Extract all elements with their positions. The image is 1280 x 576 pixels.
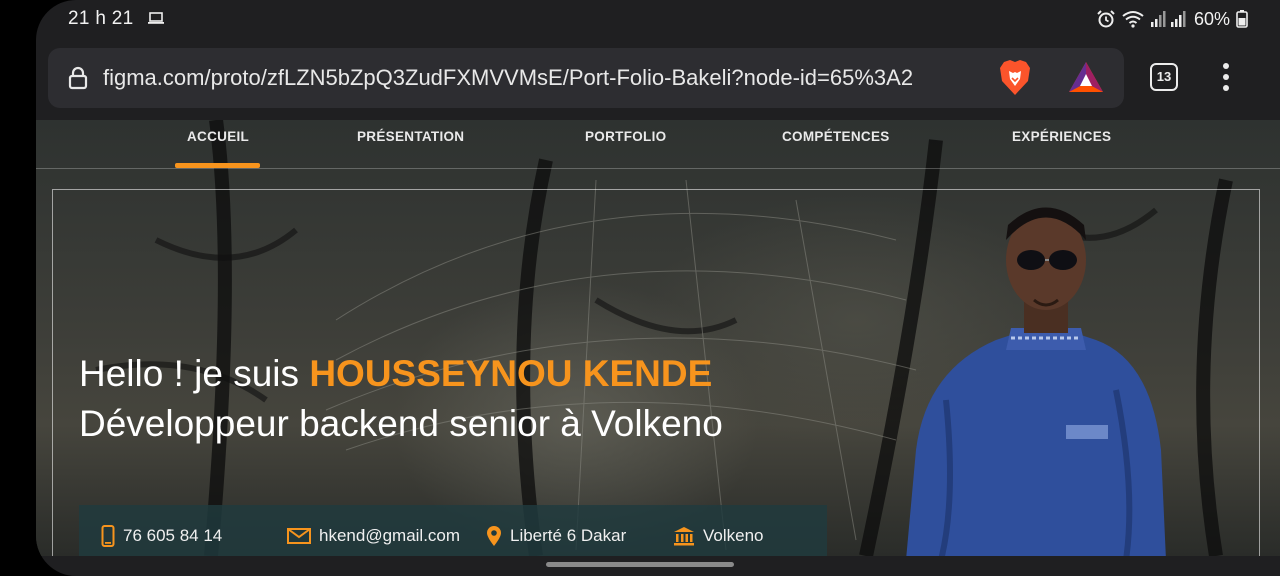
contact-email[interactable]: hkend@gmail.com xyxy=(287,525,460,547)
contact-location[interactable]: Liberté 6 Dakar xyxy=(486,525,626,547)
gesture-nav-bar[interactable] xyxy=(546,562,734,567)
contact-email-text: hkend@gmail.com xyxy=(319,526,461,545)
nav-experiences[interactable]: EXPÉRIENCES xyxy=(1012,129,1111,144)
laptop-icon xyxy=(148,12,164,24)
web-page: ACCUEIL PRÉSENTATION PORTFOLIO COMPÉTENC… xyxy=(36,120,1280,556)
nav-competences[interactable]: COMPÉTENCES xyxy=(782,129,890,144)
contact-company-text: Volkeno xyxy=(703,526,764,545)
nav-divider xyxy=(36,168,1280,169)
url-text[interactable]: figma.com/proto/zfLZN5bZpQ3ZudFXMVVMsE/P… xyxy=(103,65,983,93)
bank-icon xyxy=(674,527,694,546)
nav-accueil[interactable]: ACCUEIL xyxy=(187,129,249,144)
location-pin-icon xyxy=(487,526,501,546)
lock-icon[interactable] xyxy=(68,66,88,90)
hero-name: HOUSSEYNOU KENDE xyxy=(309,353,713,394)
bat-triangle-icon[interactable] xyxy=(1068,61,1104,93)
profile-portrait xyxy=(906,207,1166,556)
mail-icon xyxy=(287,528,311,544)
brave-lion-icon[interactable] xyxy=(998,59,1032,97)
more-vert-icon[interactable] xyxy=(1216,63,1236,93)
phone-icon xyxy=(101,525,115,547)
tabs-counter-icon[interactable]: 13 xyxy=(1150,63,1178,91)
hero-greeting: Hello ! je suis HOUSSEYNOU KENDE xyxy=(79,353,712,395)
wifi-icon xyxy=(1122,11,1144,28)
status-bar: 21 h 21 60% xyxy=(36,0,1280,38)
contact-phone-text: 76 605 84 14 xyxy=(123,526,223,545)
contact-company[interactable]: Volkeno xyxy=(673,525,764,547)
status-icons: 60% xyxy=(1096,8,1248,30)
battery-percent: 60% xyxy=(1193,8,1230,29)
hero-role: Développeur backend senior à Volkeno xyxy=(79,403,723,444)
nav-portfolio[interactable]: PORTFOLIO xyxy=(585,129,666,144)
contact-location-text: Liberté 6 Dakar xyxy=(510,526,627,545)
address-bar[interactable]: figma.com/proto/zfLZN5bZpQ3ZudFXMVVMsE/P… xyxy=(48,48,1124,108)
phone-screen: 21 h 21 60% figma.com/proto/zfLZN5bZpQ3Z… xyxy=(36,0,1280,576)
battery-icon xyxy=(1236,10,1248,28)
hero-greeting-text: Hello ! je suis xyxy=(79,353,310,394)
nav-presentation[interactable]: PRÉSENTATION xyxy=(357,129,464,144)
contact-phone[interactable]: 76 605 84 14 xyxy=(101,525,222,547)
site-nav: ACCUEIL PRÉSENTATION PORTFOLIO COMPÉTENC… xyxy=(36,120,1280,168)
signal-icon xyxy=(1150,11,1186,27)
contact-bar: 76 605 84 14 hkend@gmail.com Liberté 6 D… xyxy=(79,505,827,556)
alarm-icon xyxy=(1097,10,1115,28)
status-time: 21 h 21 xyxy=(68,8,134,29)
